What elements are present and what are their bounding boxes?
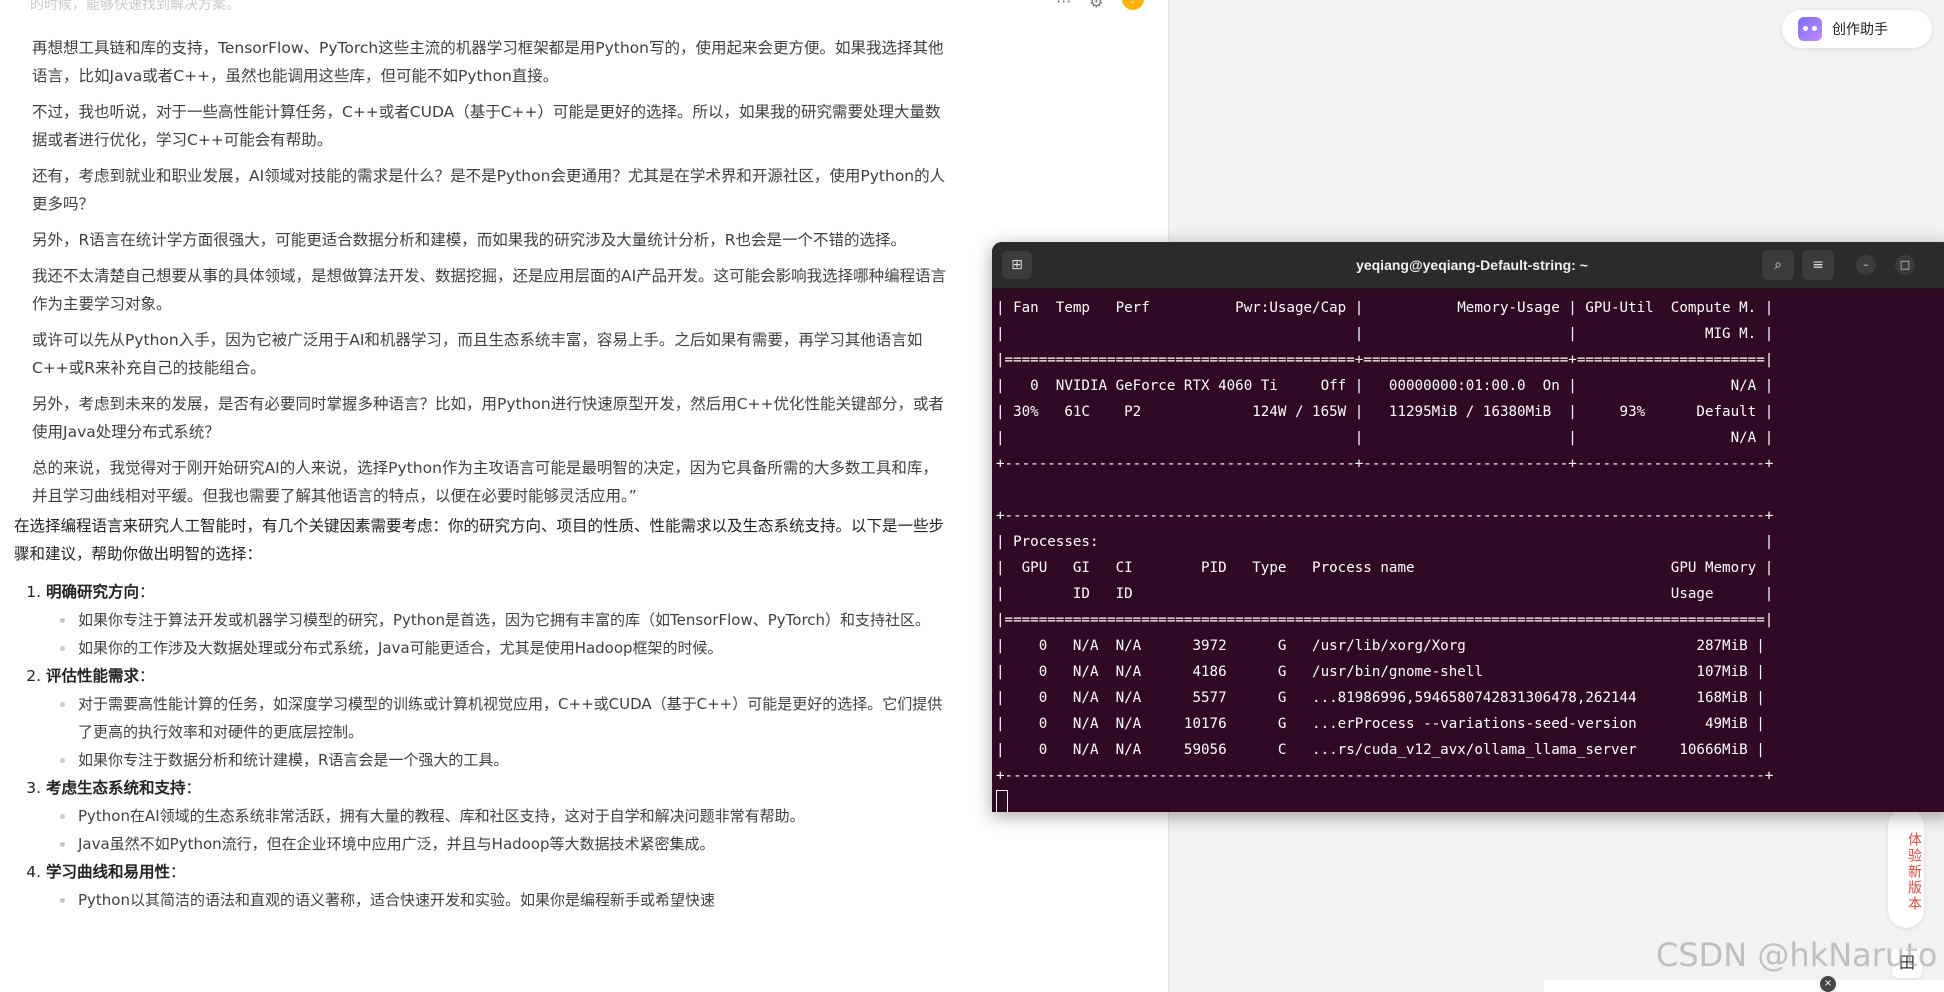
bullet-item: Python在AI领域的生态系统非常活跃，拥有大量的教程、库和社区支持，这对于自… xyxy=(60,802,954,830)
section-bullets: Python在AI领域的生态系统非常活跃，拥有大量的教程、库和社区支持，这对于自… xyxy=(46,802,954,858)
faded-text: 的时候，能够快速找到解决方案。 xyxy=(30,0,240,13)
bullet-item: Python以其简洁的语法和直观的语义著称，适合快速开发和实验。如果你是编程新手… xyxy=(60,886,954,914)
terminal-output[interactable]: | Fan Temp Perf Pwr:Usage/Cap | Memory-U… xyxy=(992,289,1944,812)
quote-paragraph: 另外，考虑到未来的发展，是否有必要同时掌握多种语言？比如，用Python进行快速… xyxy=(32,395,945,441)
terminal-line: |=======================================… xyxy=(996,612,1774,628)
quote-paragraph: 我还不太清楚自己想要从事的具体领域，是想做算法开发、数据挖掘，还是应用层面的AI… xyxy=(32,267,947,313)
terminal-line: | Fan Temp Perf Pwr:Usage/Cap | Memory-U… xyxy=(996,300,1774,316)
section-colon: ： xyxy=(139,667,155,685)
reasoning-quote: 再想想工具链和库的支持，TensorFlow、PyTorch这些主流的机器学习框… xyxy=(32,34,952,518)
article-toolbar: ··· ⚙ ! xyxy=(1056,0,1144,10)
terminal-line: | | | MIG M. | xyxy=(996,326,1774,342)
section-heading: 评估性能需求 xyxy=(46,667,140,685)
search-icon[interactable]: ⌕ xyxy=(1762,250,1794,280)
quote-paragraph: 再想想工具链和库的支持，TensorFlow、PyTorch这些主流的机器学习框… xyxy=(32,39,944,85)
terminal-line: | 0 N/A N/A 3972 G /usr/lib/xorg/Xorg 28… xyxy=(996,638,1765,654)
terminal-line: | Processes: | xyxy=(996,534,1774,550)
notification-badge[interactable]: ! xyxy=(1121,0,1144,10)
terminal-line: | ID ID Usage | xyxy=(996,586,1774,602)
quote-paragraph: 还有，考虑到就业和职业发展，AI领域对技能的需求是什么？是不是Python会更通… xyxy=(32,167,946,213)
bullet-item: Java虽然不如Python流行，但在企业环境中应用广泛，并且与Hadoop等大… xyxy=(60,830,954,858)
terminal-line: | 0 N/A N/A 10176 G ...erProcess --varia… xyxy=(996,716,1765,732)
quote-paragraph: 另外，R语言在统计学方面很强大，可能更适合数据分析和建模，而如果我的研究涉及大量… xyxy=(32,231,907,249)
terminal-line: +---------------------------------------… xyxy=(996,456,1774,472)
terminal-window[interactable]: ⊞ yeqiang@yeqiang-Default-string: ~ ⌕ ≡ … xyxy=(992,242,1944,812)
terminal-line: | 0 NVIDIA GeForce RTX 4060 Ti Off | 000… xyxy=(996,378,1774,394)
more-icon[interactable]: ··· xyxy=(1056,0,1071,10)
quote-paragraph: 不过，我也听说，对于一些高性能计算任务，C++或者CUDA（基于C++）可能是更… xyxy=(32,103,941,149)
answer-list: 明确研究方向：如果你专注于算法开发或机器学习模型的研究，Python是首选，因为… xyxy=(14,578,954,914)
settings-icon[interactable]: ⚙ xyxy=(1089,0,1103,10)
minimize-icon[interactable]: – xyxy=(1856,255,1876,275)
close-icon[interactable]: × xyxy=(1820,976,1836,992)
terminal-line: | | | N/A | xyxy=(996,430,1774,446)
section-colon: ： xyxy=(185,779,202,797)
robot-icon xyxy=(1798,17,1822,41)
bullet-item: 对于需要高性能计算的任务，如深度学习模型的训练或计算机视觉应用，C++或CUDA… xyxy=(60,690,954,746)
terminal-titlebar[interactable]: ⊞ yeqiang@yeqiang-Default-string: ~ ⌕ ≡ … xyxy=(992,242,1944,289)
terminal-line: | GPU GI CI PID Type Process name GPU Me… xyxy=(996,560,1774,576)
answer-section: 学习曲线和易用性： Python以其简洁的语法和直观的语义著称，适合快速开发和实验… xyxy=(46,858,954,914)
terminal-line: +---------------------------------------… xyxy=(996,508,1774,524)
section-colon: ： xyxy=(170,863,186,881)
cursor xyxy=(996,790,1008,812)
terminal-prompt-line[interactable] xyxy=(996,789,1944,812)
screen: 的时候，能够快速找到解决方案。 ··· ⚙ ! 再想想工具链和库的支持，Tens… xyxy=(0,0,1944,992)
section-heading: 学习曲线和易用性 xyxy=(46,863,171,881)
answer-section: 评估性能需求： 对于需要高性能计算的任务，如深度学习模型的训练或计算机视觉应用，C… xyxy=(46,662,954,774)
answer-section: 考虑生态系统和支持： Python在AI领域的生态系统非常活跃，拥有大量的教程、库… xyxy=(46,774,954,858)
section-bullets: 对于需要高性能计算的任务，如深度学习模型的训练或计算机视觉应用，C++或CUDA… xyxy=(46,690,954,774)
bullet-item: 如果你专注于算法开发或机器学习模型的研究，Python是首选，因为它拥有丰富的库… xyxy=(60,606,954,634)
section-heading: 明确研究方向 xyxy=(46,583,140,601)
quote-paragraph: 总的来说，我觉得对于刚开始研究AI的人来说，选择Python作为主攻语言可能是最… xyxy=(32,459,938,505)
terminal-line: +---------------------------------------… xyxy=(996,768,1774,784)
section-bullets: 如果你专注于算法开发或机器学习模型的研究，Python是首选，因为它拥有丰富的库… xyxy=(46,606,954,662)
try-new-version-button[interactable]: 体验新版本 xyxy=(1888,808,1924,928)
bullet-item: 如果你专注于数据分析和统计建模，R语言会是一个强大的工具。 xyxy=(60,746,954,774)
bullet-item: 如果你的工作涉及大数据处理或分布式系统，Java可能更适合，尤其是使用Hadoo… xyxy=(60,634,954,662)
maximize-icon[interactable]: □ xyxy=(1895,255,1915,275)
answer-section: 明确研究方向： 如果你专注于算法开发或机器学习模型的研究，Python是首选，因为… xyxy=(46,578,954,662)
section-colon: ： xyxy=(139,583,155,601)
terminal-line: |=======================================… xyxy=(996,352,1774,368)
terminal-line: | 30% 61C P2 124W / 165W | 11295MiB / 16… xyxy=(996,404,1774,420)
terminal-line: | 0 N/A N/A 4186 G /usr/bin/gnome-shell … xyxy=(996,664,1765,680)
watermark: CSDN @hkNaruto xyxy=(1656,936,1938,974)
section-heading: 考虑生态系统和支持 xyxy=(46,779,186,797)
creator-assistant-label: 创作助手 xyxy=(1832,22,1888,38)
menu-icon[interactable]: ≡ xyxy=(1802,250,1834,280)
answer-body: 在选择编程语言来研究人工智能时，有几个关键因素需要考虑：你的研究方向、项目的性质… xyxy=(14,512,954,914)
terminal-line: | 0 N/A N/A 59056 C ...rs/cuda_v12_avx/o… xyxy=(996,742,1765,758)
bottom-bar: × xyxy=(1544,976,1944,992)
terminal-line: | 0 N/A N/A 5577 G ...81986996,594658074… xyxy=(996,690,1765,706)
answer-intro: 在选择编程语言来研究人工智能时，有几个关键因素需要考虑：你的研究方向、项目的性质… xyxy=(14,517,945,563)
creator-assistant-button[interactable]: 创作助手 xyxy=(1782,10,1932,48)
quote-paragraph: 或许可以先从Python入手，因为它被广泛用于AI和机器学习，而且生态系统丰富，… xyxy=(32,331,923,377)
section-bullets: Python以其简洁的语法和直观的语义著称，适合快速开发和实验。如果你是编程新手… xyxy=(46,886,954,914)
